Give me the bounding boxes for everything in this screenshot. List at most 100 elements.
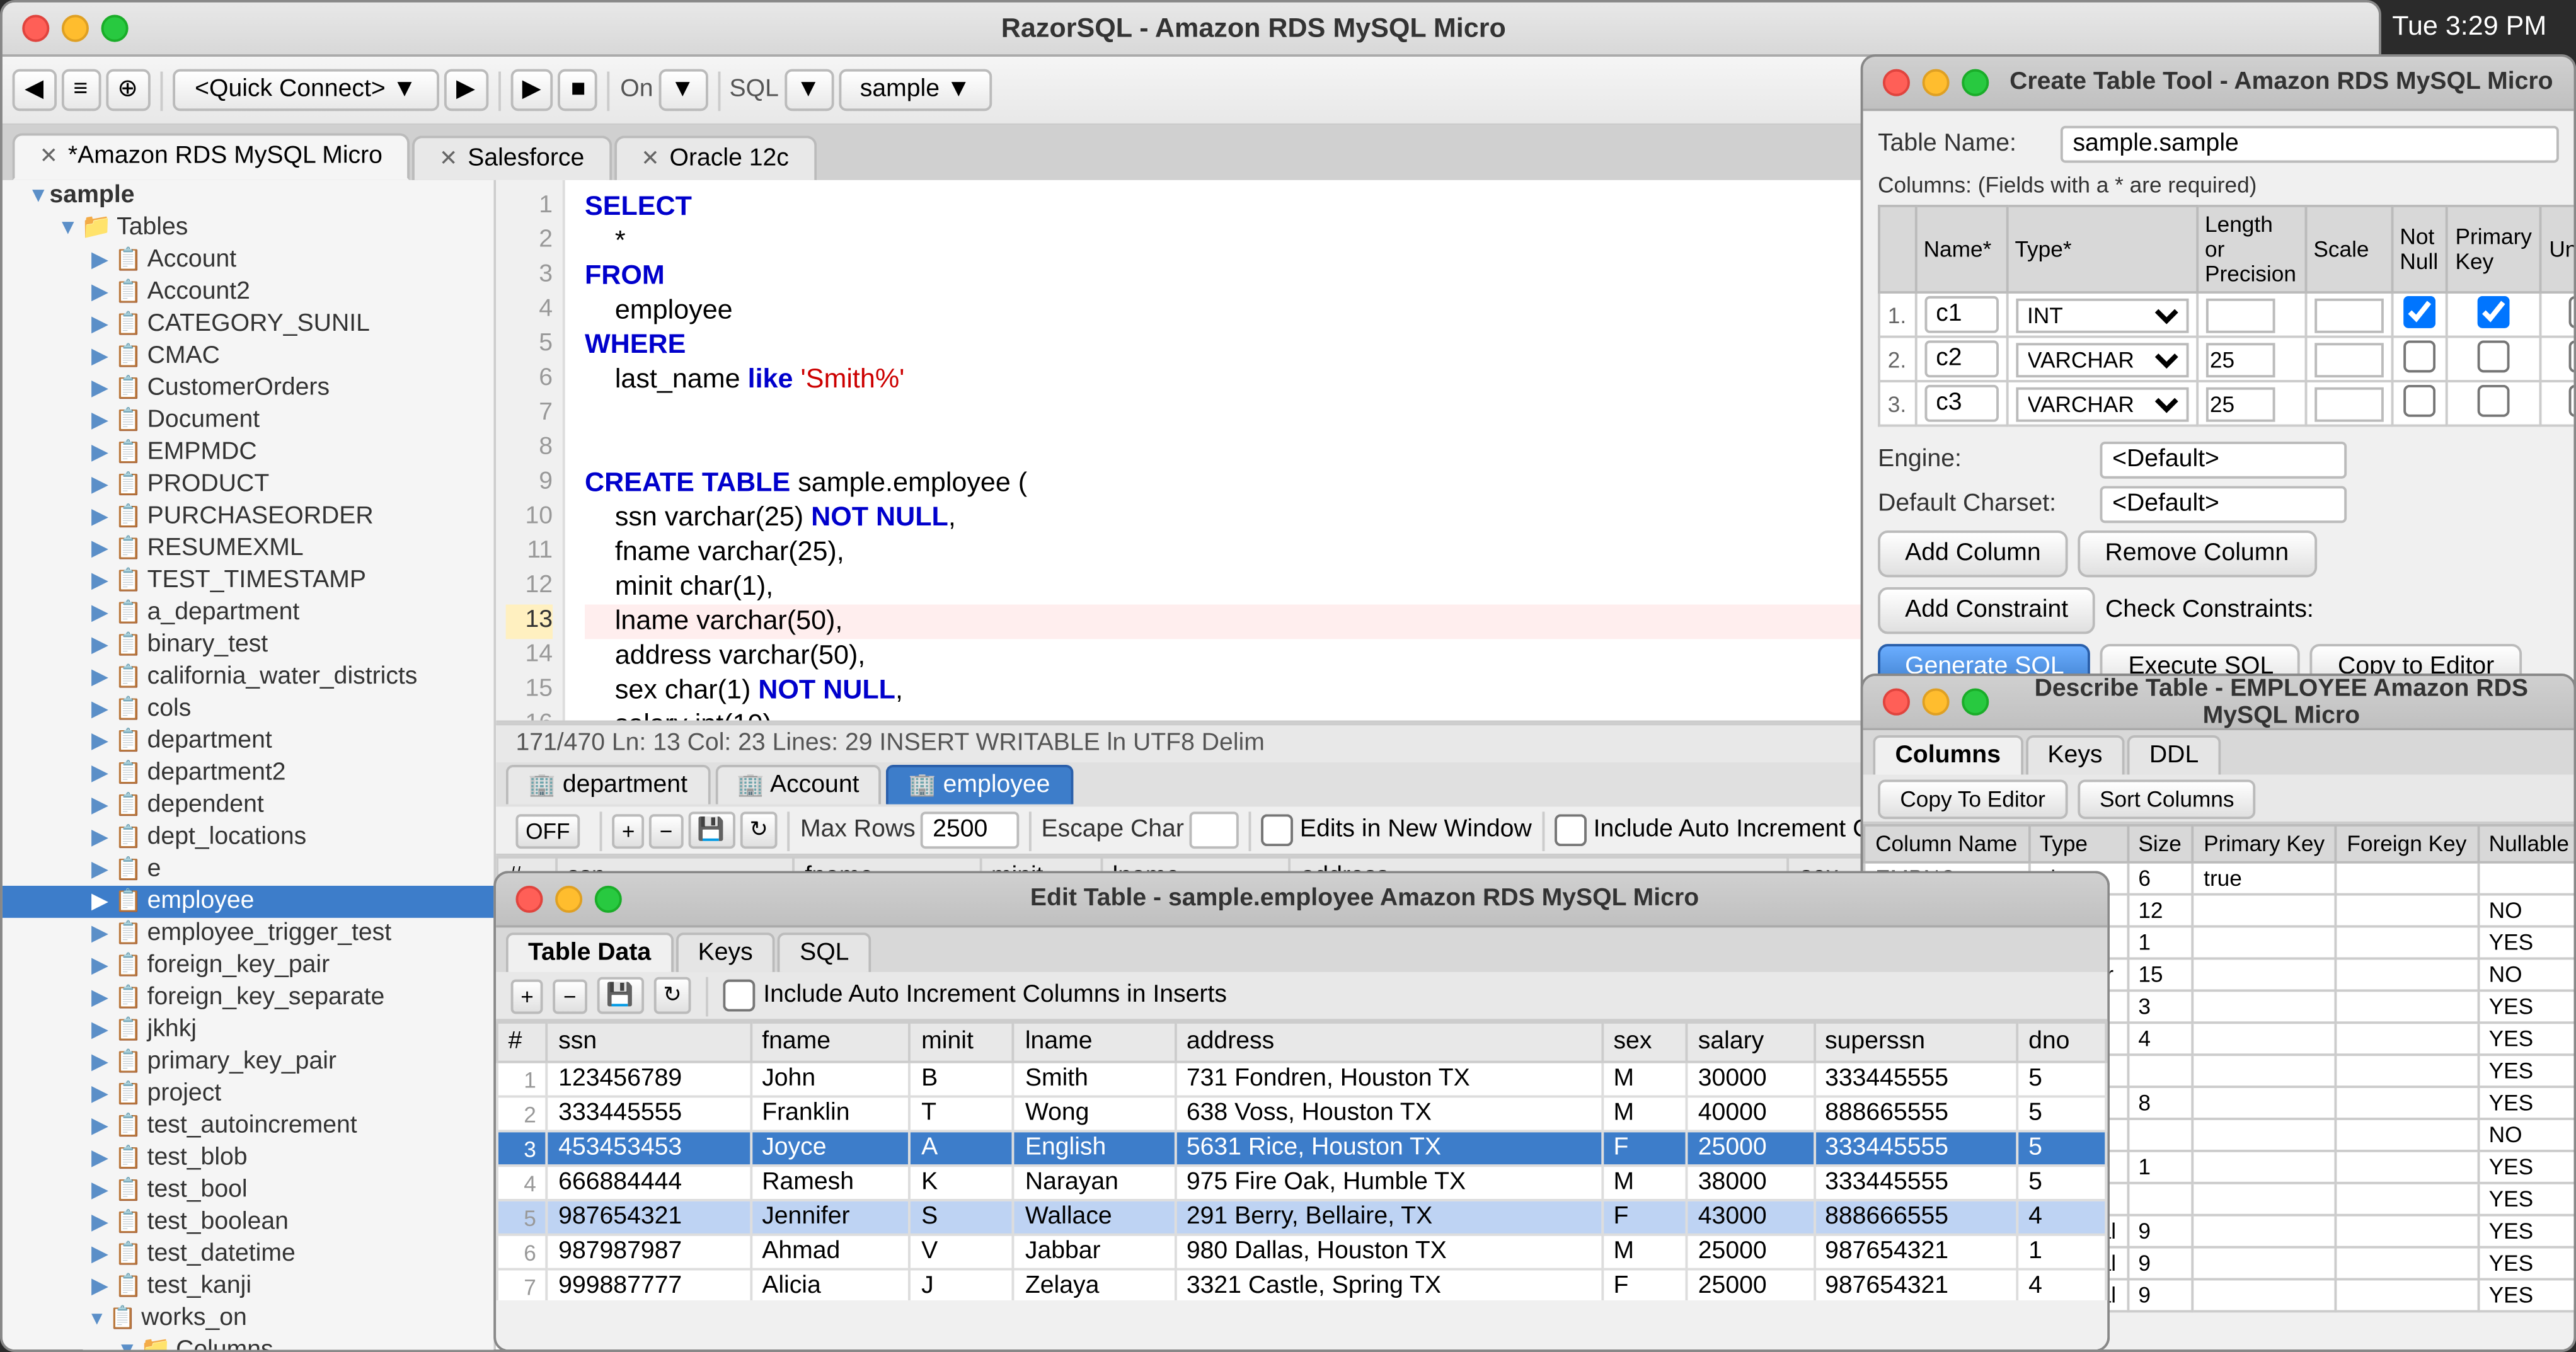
ct-col-length-3[interactable] bbox=[2205, 386, 2274, 421]
sidebar-item-jkhkj[interactable]: ▶ 📋 jkhkj bbox=[3, 1014, 493, 1046]
dt-tab-ddl[interactable]: DDL bbox=[2127, 735, 2221, 775]
dt-cell-fk[interactable] bbox=[2336, 1087, 2478, 1119]
et-cell-lname[interactable]: Wong bbox=[1014, 1097, 1175, 1131]
sidebar-item-tables[interactable]: ▾ 📁 Tables bbox=[3, 212, 493, 244]
et-save-btn[interactable]: 💾 bbox=[596, 977, 643, 1014]
et-min-btn[interactable] bbox=[555, 886, 582, 913]
remove-column-btn[interactable]: Remove Column bbox=[2078, 530, 2316, 577]
et-cell-ssn[interactable]: 333445555 bbox=[548, 1097, 751, 1131]
dt-cell-pk[interactable] bbox=[2193, 1023, 2336, 1055]
dt-cell-fk[interactable] bbox=[2336, 1055, 2478, 1087]
et-col-salary[interactable]: salary bbox=[1687, 1023, 1814, 1062]
add-column-btn[interactable]: Add Column bbox=[1878, 530, 2068, 577]
et-cell-lname[interactable]: Narayan bbox=[1014, 1166, 1175, 1200]
delete-row-btn[interactable]: − bbox=[650, 813, 682, 847]
tab-amazon-close[interactable]: ✕ bbox=[40, 143, 59, 170]
et-cell-sex[interactable]: M bbox=[1602, 1166, 1687, 1200]
sidebar-item-e[interactable]: ▶ 📋 e bbox=[3, 854, 493, 886]
connect-go-btn[interactable]: ▶ bbox=[444, 69, 487, 112]
et-cell-sex[interactable]: F bbox=[1602, 1269, 1687, 1300]
et-cell-ssn[interactable]: 123456789 bbox=[548, 1062, 751, 1097]
dt-cell-fk[interactable] bbox=[2336, 1215, 2478, 1247]
et-cell-salary[interactable]: 25000 bbox=[1687, 1235, 1814, 1269]
et-max-btn[interactable] bbox=[595, 886, 622, 913]
et-auto-increment-label[interactable]: Include Auto Increment Columns in Insert… bbox=[724, 980, 1227, 1012]
ct-col-scale-1[interactable] bbox=[2313, 297, 2383, 332]
et-cell-minit[interactable]: A bbox=[911, 1131, 1015, 1166]
sidebar-item-employee[interactable]: ▶ 📋 employee bbox=[3, 886, 493, 918]
dt-cell-fk[interactable] bbox=[2336, 990, 2478, 1023]
et-cell-address[interactable]: 980 Dallas, Houston TX bbox=[1175, 1235, 1602, 1269]
ct-col-unique-3[interactable] bbox=[2568, 385, 2576, 417]
ct-close-btn[interactable] bbox=[1883, 69, 1910, 96]
dt-cell-size[interactable] bbox=[2127, 1183, 2193, 1215]
et-cell-fname[interactable]: Joyce bbox=[751, 1131, 911, 1166]
et-refresh-btn[interactable]: ↻ bbox=[653, 977, 692, 1014]
et-tab-sql[interactable]: SQL bbox=[778, 932, 871, 972]
sidebar-item-department[interactable]: ▶ 📋 department bbox=[3, 725, 493, 757]
dt-cell-size[interactable]: 9 bbox=[2127, 1215, 2193, 1247]
dt-cell-pk[interactable] bbox=[2193, 1119, 2336, 1151]
et-cell-salary[interactable]: 40000 bbox=[1687, 1097, 1814, 1131]
ct-col-type-3[interactable]: INT VARCHAR CHAR bbox=[2015, 386, 2187, 421]
et-tab-keys[interactable]: Keys bbox=[676, 932, 775, 972]
dt-cell-fk[interactable] bbox=[2336, 926, 2478, 958]
maximize-button[interactable] bbox=[101, 14, 129, 42]
sidebar-item-sample[interactable]: ▾ sample bbox=[3, 180, 493, 212]
dt-cell-nullable[interactable]: YES bbox=[2478, 1279, 2573, 1311]
result-tab-department[interactable]: 🏢 department bbox=[506, 765, 710, 805]
sidebar-item-account2[interactable]: ▶ 📋 Account2 bbox=[3, 277, 493, 309]
ct-col-pk-1[interactable] bbox=[2478, 296, 2510, 328]
et-cell-fname[interactable]: Ramesh bbox=[751, 1166, 911, 1200]
sidebar-item-dependent[interactable]: ▶ 📋 dependent bbox=[3, 789, 493, 822]
et-cell-address[interactable]: 975 Fire Oak, Humble TX bbox=[1175, 1166, 1602, 1200]
et-add-btn[interactable]: + bbox=[511, 978, 544, 1013]
dt-cell-size[interactable] bbox=[2127, 1119, 2193, 1151]
sidebar-item-deptlocations[interactable]: ▶ 📋 dept_locations bbox=[3, 822, 493, 854]
dt-cell-fk[interactable] bbox=[2336, 1151, 2478, 1183]
et-tab-tabledata[interactable]: Table Data bbox=[506, 932, 674, 972]
ct-col-unique-1[interactable] bbox=[2568, 296, 2576, 328]
ct-col-scale-2[interactable] bbox=[2313, 341, 2383, 376]
dt-cell-pk[interactable] bbox=[2193, 958, 2336, 990]
engine-input[interactable] bbox=[2100, 442, 2347, 479]
tab-oracle-close[interactable]: ✕ bbox=[641, 146, 660, 173]
escape-char-input[interactable] bbox=[1189, 811, 1238, 849]
sidebar-item-pkpair[interactable]: ▶ 📋 primary_key_pair bbox=[3, 1046, 493, 1078]
et-cell-lname[interactable]: Zelaya bbox=[1014, 1269, 1175, 1300]
et-cell-sex[interactable]: M bbox=[1602, 1235, 1687, 1269]
dt-cell-nullable[interactable]: YES bbox=[2478, 1183, 2573, 1215]
et-cell-fname[interactable]: Ahmad bbox=[751, 1235, 911, 1269]
dt-cell-pk[interactable] bbox=[2193, 1215, 2336, 1247]
et-col-ssn[interactable]: ssn bbox=[548, 1023, 751, 1062]
edits-new-window-checkbox[interactable] bbox=[1260, 814, 1292, 846]
ct-col-name-2[interactable] bbox=[1924, 340, 1998, 377]
sidebar-item-customerorders[interactable]: ▶ 📋 CustomerOrders bbox=[3, 372, 493, 404]
et-table-row[interactable]: 5 987654321 Jennifer S Wallace 291 Berry… bbox=[497, 1200, 2106, 1235]
et-cell-address[interactable]: 638 Voss, Houston TX bbox=[1175, 1097, 1602, 1131]
dt-cell-size[interactable] bbox=[2127, 1055, 2193, 1087]
et-col-lname[interactable]: lname bbox=[1014, 1023, 1175, 1062]
et-table-row[interactable]: 2 333445555 Franklin T Wong 638 Voss, Ho… bbox=[497, 1097, 2106, 1131]
ct-col-type-1[interactable]: INT VARCHAR CHAR bbox=[2015, 297, 2187, 332]
sidebar-item-purchaseorder[interactable]: ▶ 📋 PURCHASEORDER bbox=[3, 501, 493, 533]
sidebar-item-california[interactable]: ▶ 📋 california_water_districts bbox=[3, 661, 493, 693]
et-content[interactable]: # ssn fname minit lname address sex sala… bbox=[496, 1021, 2107, 1300]
et-cell-minit[interactable]: T bbox=[911, 1097, 1015, 1131]
dt-max-btn[interactable] bbox=[1962, 689, 1989, 716]
dt-cell-size[interactable]: 4 bbox=[2127, 1023, 2193, 1055]
et-cell-salary[interactable]: 25000 bbox=[1687, 1269, 1814, 1300]
dt-cell-size[interactable]: 15 bbox=[2127, 958, 2193, 990]
ct-col-notnull-1[interactable] bbox=[2403, 296, 2435, 328]
et-cell-fname[interactable]: Alicia bbox=[751, 1269, 911, 1300]
et-cell-dno[interactable]: 4 bbox=[2018, 1269, 2107, 1300]
dt-cell-size[interactable]: 12 bbox=[2127, 895, 2193, 927]
run-btn[interactable]: ▶ bbox=[510, 69, 553, 112]
sidebar-item-resumexml[interactable]: ▶ 📋 RESUMEXML bbox=[3, 533, 493, 565]
et-cell-minit[interactable]: J bbox=[911, 1269, 1015, 1300]
ct-col-notnull-3[interactable] bbox=[2403, 385, 2435, 417]
dt-cell-pk[interactable] bbox=[2193, 1247, 2336, 1280]
tab-salesforce-close[interactable]: ✕ bbox=[439, 146, 458, 173]
et-table-row[interactable]: 4 666884444 Ramesh K Narayan 975 Fire Oa… bbox=[497, 1166, 2106, 1200]
table-name-input[interactable] bbox=[2061, 126, 2559, 163]
